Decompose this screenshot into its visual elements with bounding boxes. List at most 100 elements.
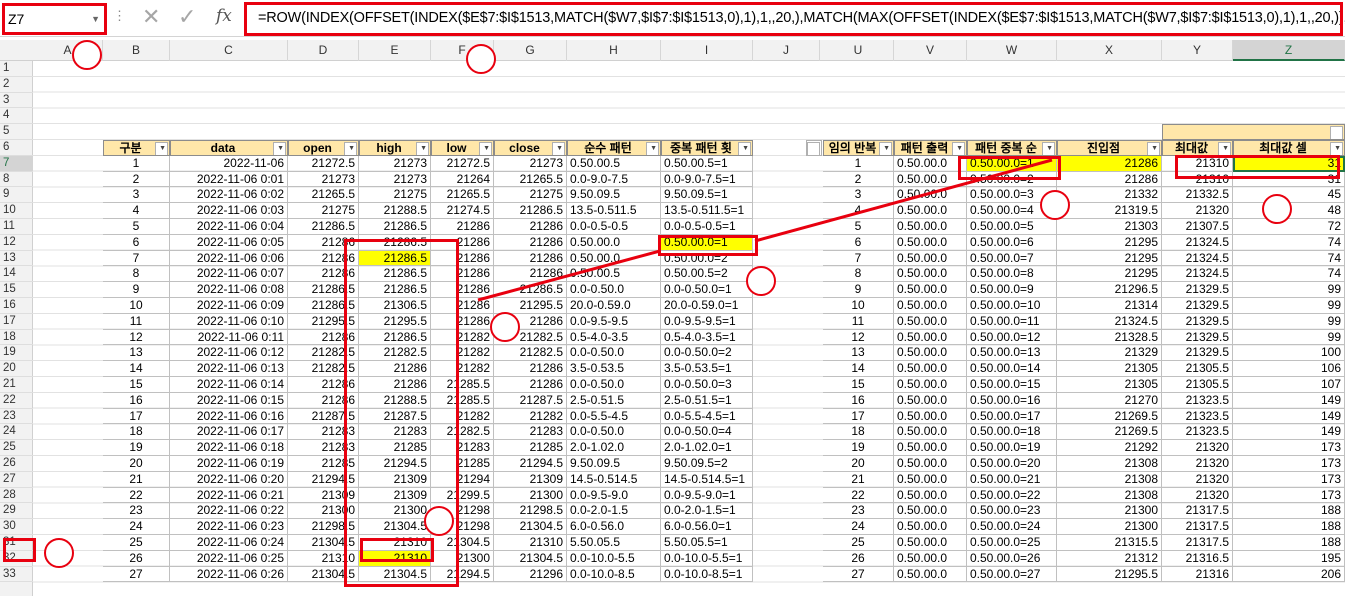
cell-i28[interactable]: 0.0-9.5-9.0=1 [661, 487, 753, 504]
row-header-2[interactable]: 2 [0, 77, 33, 93]
cell-x28[interactable]: 21308 [1057, 487, 1162, 504]
cell-c24[interactable]: 2022-11-06 0:17 [170, 424, 288, 441]
cell-h30[interactable]: 6.0-0.56.0 [567, 519, 661, 535]
cell-v12[interactable]: 0.50.00.0 [894, 234, 967, 251]
cell-c21[interactable]: 2022-11-06 0:14 [170, 377, 288, 393]
row-header-22[interactable]: 22 [0, 393, 33, 409]
cell-z19[interactable]: 100 [1233, 345, 1345, 362]
cell-x18[interactable]: 21328.5 [1057, 329, 1162, 346]
filter-dropdown-icon[interactable]: ▼ [650, 141, 657, 155]
cell-y19[interactable]: 21329.5 [1162, 345, 1233, 362]
cell-x9[interactable]: 21332 [1057, 187, 1162, 204]
header-w[interactable]: 패턴 중복 순 ▼ [967, 140, 1057, 156]
cell-b17[interactable]: 11 [103, 313, 170, 330]
cell-b14[interactable]: 8 [103, 266, 170, 283]
cell-y32[interactable]: 21316.5 [1162, 550, 1233, 567]
cell-g20[interactable]: 21286 [494, 361, 567, 377]
cell-z21[interactable]: 107 [1233, 377, 1345, 393]
row-header-7[interactable]: 7 [0, 155, 33, 172]
cell-h18[interactable]: 0.5-4.0-3.5 [567, 329, 661, 346]
cell-b8[interactable]: 2 [103, 171, 170, 188]
cell-e9[interactable]: 21275 [359, 187, 431, 204]
cell-v28[interactable]: 0.50.00.0 [894, 487, 967, 504]
cell-v25[interactable]: 0.50.00.0 [894, 440, 967, 456]
cell-h25[interactable]: 2.0-1.02.0 [567, 440, 661, 456]
cell-x33[interactable]: 21295.5 [1057, 566, 1162, 583]
cell-x27[interactable]: 21308 [1057, 471, 1162, 488]
cell-g15[interactable]: 21286.5 [494, 282, 567, 298]
row-header-4[interactable]: 4 [0, 108, 33, 125]
cell-z20[interactable]: 106 [1233, 361, 1345, 377]
column-header-b[interactable]: B [103, 40, 170, 61]
cell-y13[interactable]: 21324.5 [1162, 250, 1233, 267]
cell-c14[interactable]: 2022-11-06 0:07 [170, 266, 288, 283]
cell-b32[interactable]: 26 [103, 550, 170, 567]
cell-i7[interactable]: 0.50.00.5=1 [661, 155, 753, 172]
cell-c30[interactable]: 2022-11-06 0:23 [170, 519, 288, 535]
cell-y29[interactable]: 21317.5 [1162, 503, 1233, 520]
filter-dropdown-icon[interactable]: ▼ [1334, 141, 1341, 155]
cell-x23[interactable]: 21269.5 [1057, 408, 1162, 425]
cell-x20[interactable]: 21305 [1057, 361, 1162, 377]
filter-dropdown-icon[interactable]: ▼ [742, 141, 749, 155]
cell-g7[interactable]: 21273 [494, 155, 567, 172]
cell-w30[interactable]: 0.50.00.0=24 [967, 519, 1057, 535]
cell-u18[interactable]: 12 [823, 329, 894, 346]
cell-c17[interactable]: 2022-11-06 0:10 [170, 313, 288, 330]
column-header-v[interactable]: V [894, 40, 967, 61]
cell-y11[interactable]: 21307.5 [1162, 219, 1233, 235]
cell-y28[interactable]: 21320 [1162, 487, 1233, 504]
cell-i20[interactable]: 3.5-0.53.5=1 [661, 361, 753, 377]
header-e[interactable]: high ▼ [359, 140, 431, 156]
cell-g33[interactable]: 21296 [494, 566, 567, 583]
cell-v8[interactable]: 0.50.00.0 [894, 171, 967, 188]
cell-h33[interactable]: 0.0-10.0-8.5 [567, 566, 661, 583]
cell-i32[interactable]: 0.0-10.0-5.5=1 [661, 550, 753, 567]
cell-h31[interactable]: 5.50.05.5 [567, 535, 661, 551]
cell-h32[interactable]: 0.0-10.0-5.5 [567, 550, 661, 567]
cell-y12[interactable]: 21324.5 [1162, 234, 1233, 251]
cell-x29[interactable]: 21300 [1057, 503, 1162, 520]
cell-h11[interactable]: 0.0-0.5-0.5 [567, 219, 661, 235]
cell-g11[interactable]: 21286 [494, 219, 567, 235]
cell-x21[interactable]: 21305 [1057, 377, 1162, 393]
cell-z30[interactable]: 188 [1233, 519, 1345, 535]
row-header-16[interactable]: 16 [0, 298, 33, 314]
cell-v31[interactable]: 0.50.00.0 [894, 535, 967, 551]
cell-w12[interactable]: 0.50.00.0=6 [967, 234, 1057, 251]
cell-v26[interactable]: 0.50.00.0 [894, 456, 967, 472]
filter-dropdown-icon[interactable]: ▼ [277, 141, 284, 155]
cell-h22[interactable]: 2.5-0.51.5 [567, 392, 661, 409]
cell-c7[interactable]: 2022-11-06 [170, 155, 288, 172]
cell-u9[interactable]: 3 [823, 187, 894, 204]
cell-b26[interactable]: 20 [103, 456, 170, 472]
row-header-24[interactable]: 24 [0, 424, 33, 441]
cell-e7[interactable]: 21273 [359, 155, 431, 172]
cell-c28[interactable]: 2022-11-06 0:21 [170, 487, 288, 504]
header-f[interactable]: low ▼ [431, 140, 494, 156]
cell-i27[interactable]: 14.5-0.514.5=1 [661, 471, 753, 488]
cell-h24[interactable]: 0.0-0.50.0 [567, 424, 661, 441]
cell-c13[interactable]: 2022-11-06 0:06 [170, 250, 288, 267]
cell-h7[interactable]: 0.50.00.5 [567, 155, 661, 172]
filter-dropdown-icon[interactable]: ▼ [883, 141, 890, 155]
cell-w27[interactable]: 0.50.00.0=21 [967, 471, 1057, 488]
cell-h19[interactable]: 0.0-0.50.0 [567, 345, 661, 362]
cell-x31[interactable]: 21315.5 [1057, 535, 1162, 551]
cell-b21[interactable]: 15 [103, 377, 170, 393]
cell-i29[interactable]: 0.0-2.0-1.5=1 [661, 503, 753, 520]
cell-y25[interactable]: 21320 [1162, 440, 1233, 456]
cell-c11[interactable]: 2022-11-06 0:04 [170, 219, 288, 235]
cell-b20[interactable]: 14 [103, 361, 170, 377]
cell-u19[interactable]: 13 [823, 345, 894, 362]
row-header-33[interactable]: 33 [0, 567, 33, 583]
cell-u28[interactable]: 22 [823, 487, 894, 504]
row-header-11[interactable]: 11 [0, 219, 33, 235]
cell-h27[interactable]: 14.5-0.514.5 [567, 471, 661, 488]
cell-c15[interactable]: 2022-11-06 0:08 [170, 282, 288, 298]
cell-c27[interactable]: 2022-11-06 0:20 [170, 471, 288, 488]
cell-u27[interactable]: 21 [823, 471, 894, 488]
cell-x24[interactable]: 21269.5 [1057, 424, 1162, 441]
cell-b22[interactable]: 16 [103, 392, 170, 409]
cell-u32[interactable]: 26 [823, 550, 894, 567]
